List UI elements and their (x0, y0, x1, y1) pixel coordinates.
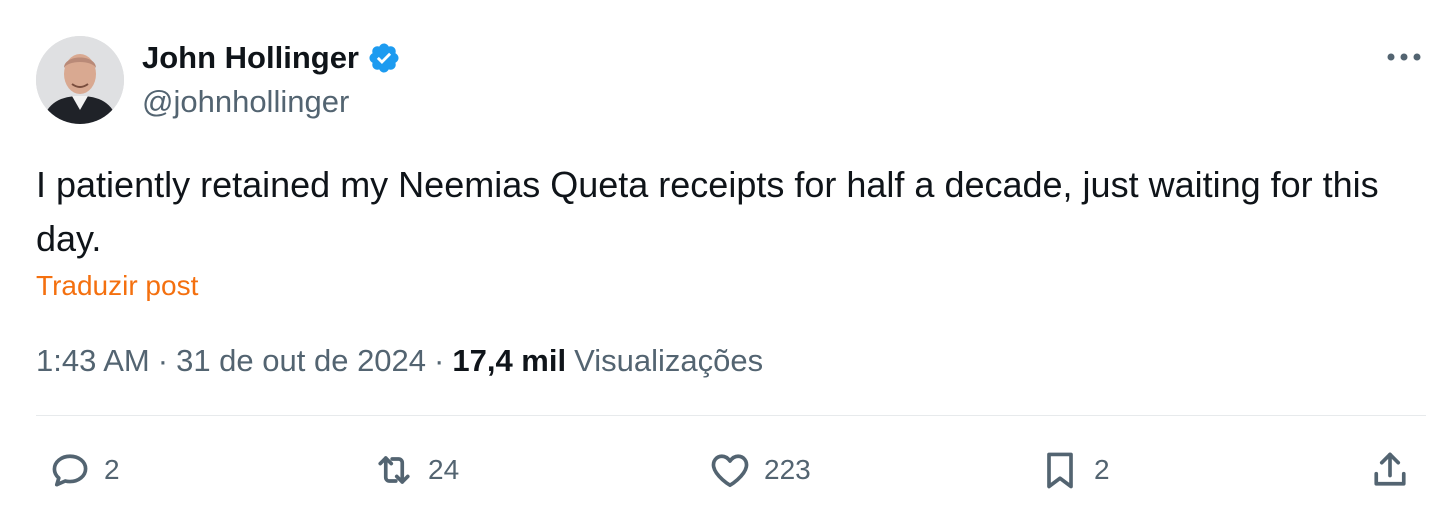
share-icon (1374, 452, 1406, 486)
tweet-card: John Hollinger @johnhollinger I patientl… (0, 0, 1456, 519)
verified-badge-icon[interactable] (367, 41, 401, 75)
share-button[interactable] (1368, 448, 1412, 492)
bookmark-count: 2 (1094, 454, 1110, 485)
translate-post-link[interactable]: Traduzir post (36, 268, 198, 304)
author-display-name[interactable]: John Hollinger (142, 38, 359, 78)
post-date[interactable]: 31 de out de 2024 (176, 340, 426, 382)
avatar[interactable] (36, 36, 124, 124)
post-text: I patiently retained my Neemias Queta re… (36, 164, 1379, 259)
more-dots-icon (1387, 53, 1421, 61)
post-time[interactable]: 1:43 AM (36, 340, 150, 382)
like-count: 223 (764, 454, 811, 485)
action-bar: 2 24 223 2 (0, 440, 1456, 500)
views-count[interactable]: 17,4 mil (452, 340, 566, 382)
heart-icon (711, 454, 749, 488)
bookmark-button[interactable]: 2 (1038, 448, 1110, 492)
repost-icon (378, 456, 410, 484)
reply-icon (52, 454, 88, 487)
reply-count: 2 (104, 454, 120, 485)
meta-separator: · (434, 343, 445, 378)
divider (36, 415, 1426, 416)
like-button[interactable]: 223 (708, 448, 811, 492)
author-handle[interactable]: @johnhollinger (142, 84, 349, 120)
more-options-button[interactable] (1384, 42, 1424, 72)
author-name-row: John Hollinger (142, 38, 401, 78)
repost-count: 24 (428, 454, 460, 485)
repost-button[interactable]: 24 (372, 448, 459, 492)
bookmark-icon (1047, 452, 1073, 489)
avatar-photo (36, 36, 124, 124)
views-label[interactable]: Visualizações (574, 340, 763, 382)
post-metadata: 1:43 AM · 31 de out de 2024 · 17,4 mil V… (36, 340, 763, 382)
reply-button[interactable]: 2 (48, 448, 120, 492)
meta-separator: · (157, 343, 169, 378)
